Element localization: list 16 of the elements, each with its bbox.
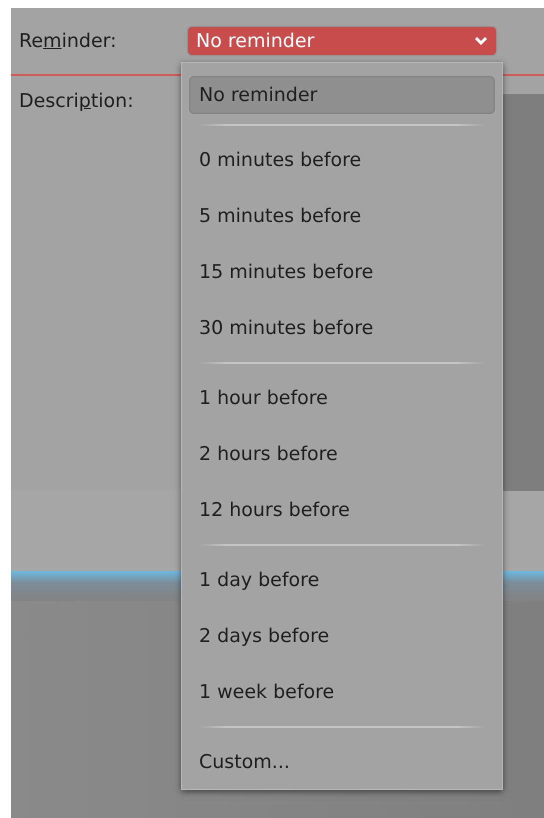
menu-item[interactable]: 1 week before (189, 664, 495, 720)
menu-item[interactable]: 5 minutes before (189, 188, 495, 244)
menu-item[interactable]: 1 day before (189, 552, 495, 608)
menu-item[interactable]: No reminder (189, 76, 495, 114)
menu-item[interactable]: 2 days before (189, 608, 495, 664)
menu-item[interactable]: 0 minutes before (189, 132, 495, 188)
menu-item[interactable]: Custom... (189, 734, 495, 790)
description-label: Description: (19, 90, 135, 112)
chevron-down-icon (474, 36, 488, 46)
menu-item[interactable]: 2 hours before (189, 426, 495, 482)
menu-item[interactable]: 1 hour before (189, 370, 495, 426)
menu-item[interactable]: 30 minutes before (189, 300, 495, 356)
menu-item[interactable]: 15 minutes before (189, 244, 495, 300)
reminder-label: Reminder: (19, 30, 118, 52)
reminder-dropdown[interactable]: No reminder (188, 27, 496, 55)
menu-item[interactable]: 12 hours before (189, 482, 495, 538)
